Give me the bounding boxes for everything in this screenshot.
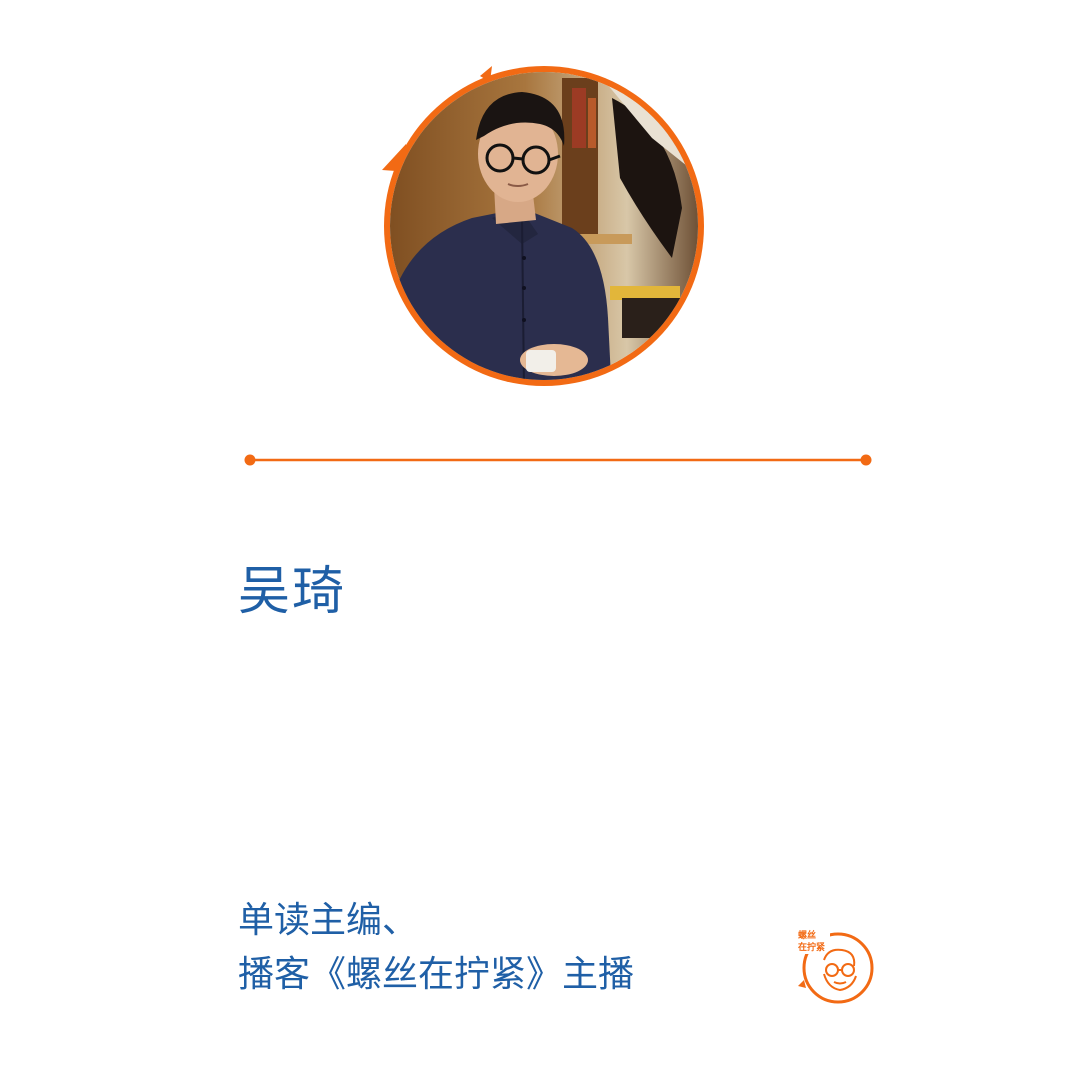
role-description: 单读主编、 播客《螺丝在拧紧》主播 bbox=[238, 894, 634, 1002]
podcast-logo-icon: 螺丝 在拧紧 bbox=[794, 926, 876, 1008]
logo-text-line-2: 在拧紧 bbox=[798, 941, 825, 953]
portrait-photo bbox=[382, 66, 704, 386]
role-line-1: 单读主编、 bbox=[238, 900, 419, 941]
role-line-2: 播客《螺丝在拧紧》主播 bbox=[238, 954, 635, 995]
divider-line bbox=[244, 452, 872, 468]
person-name: 吴琦 bbox=[238, 562, 347, 622]
portrait bbox=[372, 58, 712, 398]
logo-text-line-1: 螺丝 bbox=[798, 929, 816, 941]
